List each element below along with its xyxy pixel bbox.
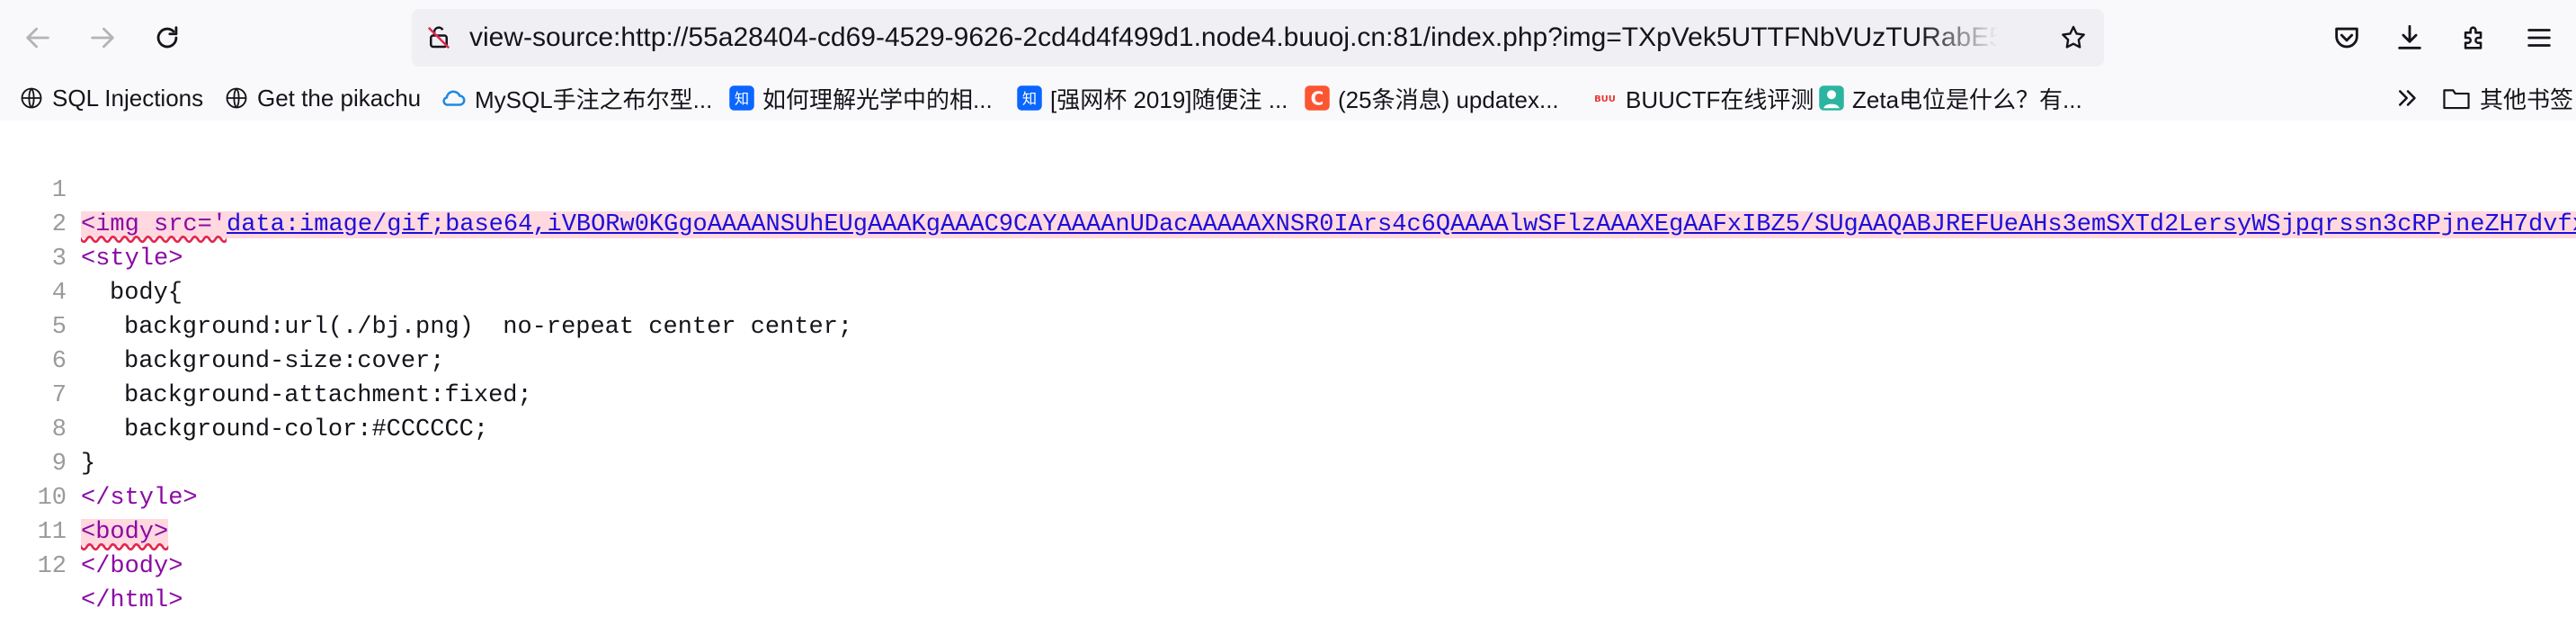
bookmark-label: Zeta电位是什么？有... — [1852, 85, 2082, 113]
bookmark-star-icon[interactable] — [2055, 20, 2091, 56]
buuctf-icon: BUU — [1591, 85, 1618, 112]
pocket-icon — [2335, 27, 2358, 49]
folder-icon — [2442, 85, 2473, 112]
source-line: 1 <img src='data:image/gif;base64,iVBORw… — [0, 139, 2576, 238]
back-button[interactable] — [11, 11, 65, 65]
source-line: 8 } — [0, 379, 2576, 478]
svg-text:知: 知 — [735, 90, 749, 107]
arrow-left-icon — [26, 27, 49, 49]
navigation-toolbar: view-source:http://55a28404-cd69-4529-96… — [0, 0, 2576, 76]
bookmark-sql-injections[interactable]: SQL Injections — [18, 80, 203, 116]
forward-button[interactable] — [76, 11, 129, 65]
zeta-icon — [1818, 85, 1845, 112]
bookmark-zeta[interactable]: Zeta电位是什么？有... — [1818, 80, 2082, 116]
csdn-icon: C — [1304, 85, 1331, 112]
source-line: 11 </body> — [0, 481, 2576, 580]
download-icon — [2398, 24, 2421, 49]
source-line: 9 </style> — [0, 413, 2576, 512]
url-bar[interactable]: view-source:http://55a28404-cd69-4529-96… — [412, 9, 2104, 67]
other-bookmarks-folder[interactable]: 其他书签 — [2442, 80, 2573, 116]
globe-icon — [223, 85, 250, 112]
downloads-button[interactable] — [2383, 11, 2437, 65]
bookmark-label: (25条消息) updatex... — [1338, 85, 1559, 113]
reload-icon — [156, 26, 178, 49]
svg-text:C: C — [1311, 88, 1324, 110]
svg-text:BUU: BUU — [1594, 94, 1616, 104]
globe-icon — [18, 85, 45, 112]
extensions-button[interactable] — [2447, 11, 2501, 65]
bookmark-label: MySQL手注之布尔型... — [475, 85, 713, 113]
source-line: 4 background:url(./bj.png) no-repeat cen… — [0, 242, 2576, 341]
url-text[interactable]: view-source:http://55a28404-cd69-4529-96… — [469, 9, 1998, 67]
view-source-content: 1 <img src='data:image/gif;base64,iVBORw… — [0, 121, 2576, 635]
pocket-button[interactable] — [2320, 11, 2374, 65]
bookmark-label: SQL Injections — [52, 84, 204, 112]
bookmark-label: BUUCTF在线评测 — [1626, 85, 1814, 113]
bookmark-zhihu-optics[interactable]: 知 如何理解光学中的相... — [728, 80, 993, 116]
bookmark-get-the-pikachu[interactable]: Get the pikachu — [223, 80, 421, 116]
bookmark-mysql[interactable]: MySQL手注之布尔型... — [441, 80, 712, 116]
other-bookmarks-label: 其他书签 — [2480, 85, 2574, 113]
bookmark-label: [强网杯 2019]随便注 ... — [1050, 85, 1288, 113]
html-tag-close: </html> — [81, 587, 183, 614]
cloud-icon — [441, 85, 468, 112]
bookmarks-overflow-button[interactable] — [2390, 80, 2426, 116]
bookmark-label: Get the pikachu — [257, 84, 422, 112]
source-line: 10 <body> — [0, 447, 2576, 546]
zhihu-icon: 知 — [728, 85, 755, 112]
source-line: 7 background-color:#CCCCCC; — [0, 344, 2576, 443]
svg-text:知: 知 — [1022, 90, 1037, 107]
source-line: 5 background-size:cover; — [0, 276, 2576, 375]
body-tag-close: </body> — [81, 553, 183, 580]
bookmarks-toolbar: SQL Injections Get the pikachu MySQL手注之布… — [0, 76, 2576, 121]
menu-button[interactable] — [2512, 11, 2566, 65]
line-number: 12 — [37, 553, 67, 580]
double-chevron-right-icon — [2399, 90, 2416, 106]
source-line: 3 body{ — [0, 208, 2576, 307]
insecure-lock-icon[interactable] — [421, 20, 457, 56]
arrow-right-icon — [91, 27, 114, 49]
puzzle-icon — [2464, 26, 2482, 49]
source-line: 6 background-attachment:fixed; — [0, 310, 2576, 409]
source-line: 12 </html> — [0, 515, 2576, 614]
zhihu-icon: 知 — [1016, 85, 1043, 112]
bookmark-buuctf[interactable]: BUU BUUCTF在线评测 — [1591, 80, 1814, 116]
bookmark-label: 如何理解光学中的相... — [762, 85, 993, 113]
bookmark-csdn-updatexml[interactable]: C (25条消息) updatex... — [1304, 80, 1559, 116]
source-line: 2 <style> — [0, 174, 2576, 273]
hamburger-menu-icon — [2527, 29, 2551, 47]
reload-button[interactable] — [140, 11, 194, 65]
bookmark-zhihu-qwb[interactable]: 知 [强网杯 2019]随便注 ... — [1016, 80, 1288, 116]
